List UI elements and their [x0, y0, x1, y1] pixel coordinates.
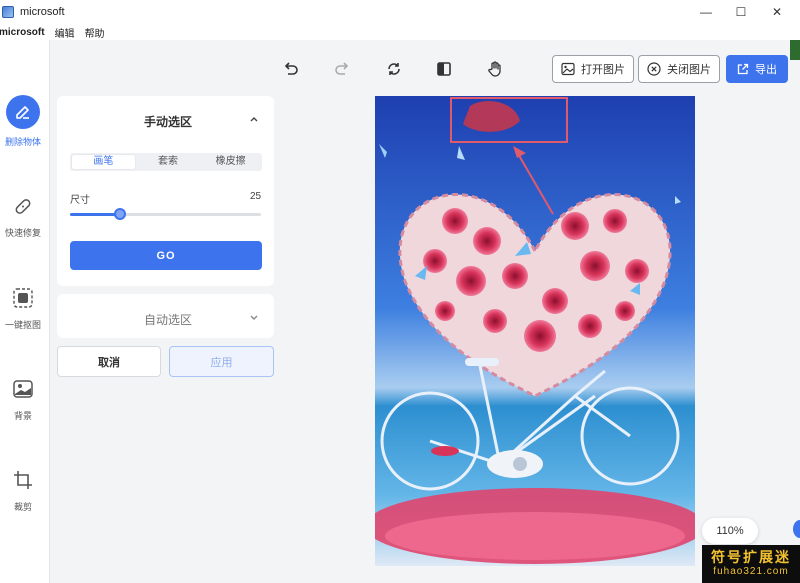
close-image-button[interactable]: 关闭图片	[638, 55, 720, 83]
watermark-line2: fuhao321.com	[713, 566, 789, 577]
manual-select-title: 手动选区	[144, 115, 193, 129]
chevron-down-icon[interactable]	[248, 311, 260, 323]
edge-strip	[790, 40, 800, 60]
pan-button[interactable]	[484, 58, 506, 80]
eraser-icon	[6, 95, 40, 129]
compare-button[interactable]	[433, 58, 455, 80]
size-slider[interactable]	[70, 208, 261, 220]
watermark-logo: 符号扩展迷 fuhao321.com	[702, 545, 800, 583]
image-background-icon	[9, 375, 37, 403]
export-button[interactable]: 导出	[726, 55, 788, 83]
title-bar: microsoft — ☐ ✕	[0, 0, 800, 24]
undo-icon	[284, 62, 298, 75]
apply-button[interactable]: 应用	[169, 346, 274, 377]
sidebar: 删除物体 快速修复 一键抠图 背景 裁剪	[0, 40, 50, 583]
help-icon[interactable]	[793, 520, 800, 538]
menu-help[interactable]: 帮助	[85, 25, 105, 40]
image-icon	[561, 62, 575, 76]
zoom-level[interactable]: 110%	[702, 518, 758, 544]
size-label: 尺寸	[70, 195, 90, 206]
size-slider-thumb[interactable]	[114, 208, 126, 220]
sidebar-label: 快速修复	[4, 228, 41, 238]
size-slider-fill	[70, 213, 120, 216]
open-image-button[interactable]: 打开图片	[552, 55, 634, 83]
tab-eraser[interactable]: 橡皮擦	[199, 153, 262, 171]
size-value: 25	[250, 191, 262, 202]
tab-lasso[interactable]: 套索	[137, 153, 200, 171]
menu-edit[interactable]: 编辑	[55, 25, 75, 40]
refresh-icon	[388, 63, 400, 75]
open-image-label: 打开图片	[581, 64, 625, 76]
window-title: microsoft	[20, 6, 65, 18]
export-icon	[737, 63, 749, 75]
auto-select-title: 自动选区	[144, 313, 193, 327]
sidebar-label: 裁剪	[13, 502, 32, 512]
sidebar-label: 背景	[13, 411, 32, 421]
crop-icon	[9, 466, 37, 494]
undo-button[interactable]	[280, 58, 302, 80]
minimize-button[interactable]: —	[687, 0, 725, 24]
sidebar-item-crop[interactable]: 裁剪	[0, 466, 46, 513]
sidebar-item-remove-object[interactable]: 删除物体	[0, 95, 46, 148]
go-button[interactable]: GO	[70, 241, 262, 270]
hand-icon	[488, 61, 501, 77]
sidebar-item-cutout[interactable]: 一键抠图	[0, 284, 46, 331]
canvas-image[interactable]	[375, 96, 695, 566]
menu-app[interactable]: microsoft	[0, 27, 45, 38]
sidebar-item-background[interactable]: 背景	[0, 375, 46, 422]
redo-icon	[335, 62, 349, 75]
redo-button[interactable]	[331, 58, 353, 80]
reset-button[interactable]	[383, 58, 405, 80]
watermark-line1: 符号扩展迷	[711, 549, 791, 565]
tab-brush[interactable]: 画笔	[72, 155, 135, 169]
sidebar-label: 删除物体	[4, 137, 41, 147]
app-icon	[2, 6, 14, 18]
cutout-icon	[9, 284, 37, 312]
cancel-button[interactable]: 取消	[57, 346, 161, 377]
maximize-button[interactable]: ☐	[722, 0, 760, 24]
close-circle-icon	[647, 62, 661, 76]
sidebar-label: 一键抠图	[4, 320, 41, 330]
export-label: 导出	[755, 64, 777, 76]
menu-bar: microsoft 编辑 帮助	[0, 24, 800, 40]
heart-bicycle-illustration	[375, 96, 695, 566]
sidebar-item-quick-repair[interactable]: 快速修复	[0, 192, 46, 239]
close-image-label: 关闭图片	[667, 64, 711, 76]
close-window-button[interactable]: ✕	[758, 0, 796, 24]
bandage-icon	[9, 192, 37, 220]
chevron-up-icon[interactable]	[248, 113, 260, 125]
compare-icon	[437, 62, 451, 76]
brush-mode-tabs: 画笔 套索 橡皮擦	[70, 153, 262, 171]
